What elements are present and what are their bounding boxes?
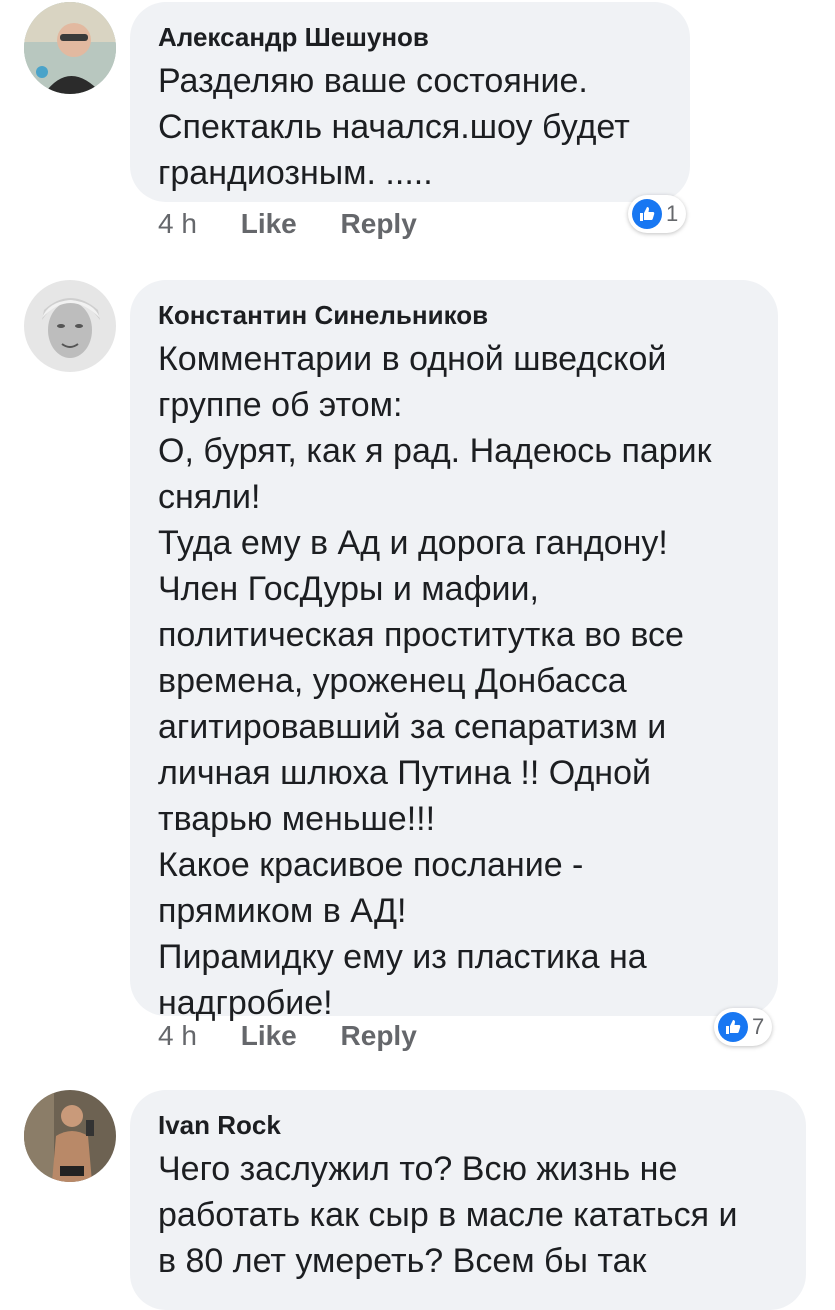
like-link[interactable]: Like: [241, 1020, 297, 1051]
avatar[interactable]: [24, 2, 116, 94]
like-link[interactable]: Like: [241, 208, 297, 239]
reaction-number: 7: [752, 1014, 765, 1039]
comment-bubble: Ivan Rock Чего заслужил то? Всю жизнь не…: [130, 1090, 806, 1310]
comment-author[interactable]: Ivan Rock: [158, 1108, 778, 1142]
comment-author[interactable]: Александр Шешунов: [158, 20, 662, 54]
avatar[interactable]: [24, 1090, 116, 1182]
reply-link[interactable]: Reply: [341, 1020, 417, 1051]
comment-text: Комментарии в одной шведской группе об э…: [158, 340, 712, 1022]
reaction-count[interactable]: 1: [628, 195, 687, 233]
reaction-number: 1: [666, 201, 679, 226]
thumbs-up-icon: [632, 199, 662, 229]
comment-time[interactable]: 4 h: [158, 1020, 197, 1051]
comment-time[interactable]: 4 h: [158, 208, 197, 239]
reply-link[interactable]: Reply: [341, 208, 417, 239]
comment-bubble: Александр Шешунов Разделяю ваше состояни…: [130, 2, 690, 202]
thumbs-up-icon: [718, 1012, 748, 1042]
reaction-count[interactable]: 7: [714, 1008, 773, 1046]
comment-actions: 4 h Like Reply: [158, 1020, 453, 1052]
comment-bubble: Константин Синельников Комментарии в одн…: [130, 280, 778, 1022]
comment-actions: 4 h Like Reply: [158, 208, 453, 240]
comment-author[interactable]: Константин Синельников: [158, 298, 750, 332]
comment-text: Чего заслужил то? Всю жизнь не работать …: [158, 1150, 738, 1280]
avatar[interactable]: [24, 280, 116, 372]
comment-text: Разделяю ваше состояние. Спектакль начал…: [158, 62, 630, 192]
